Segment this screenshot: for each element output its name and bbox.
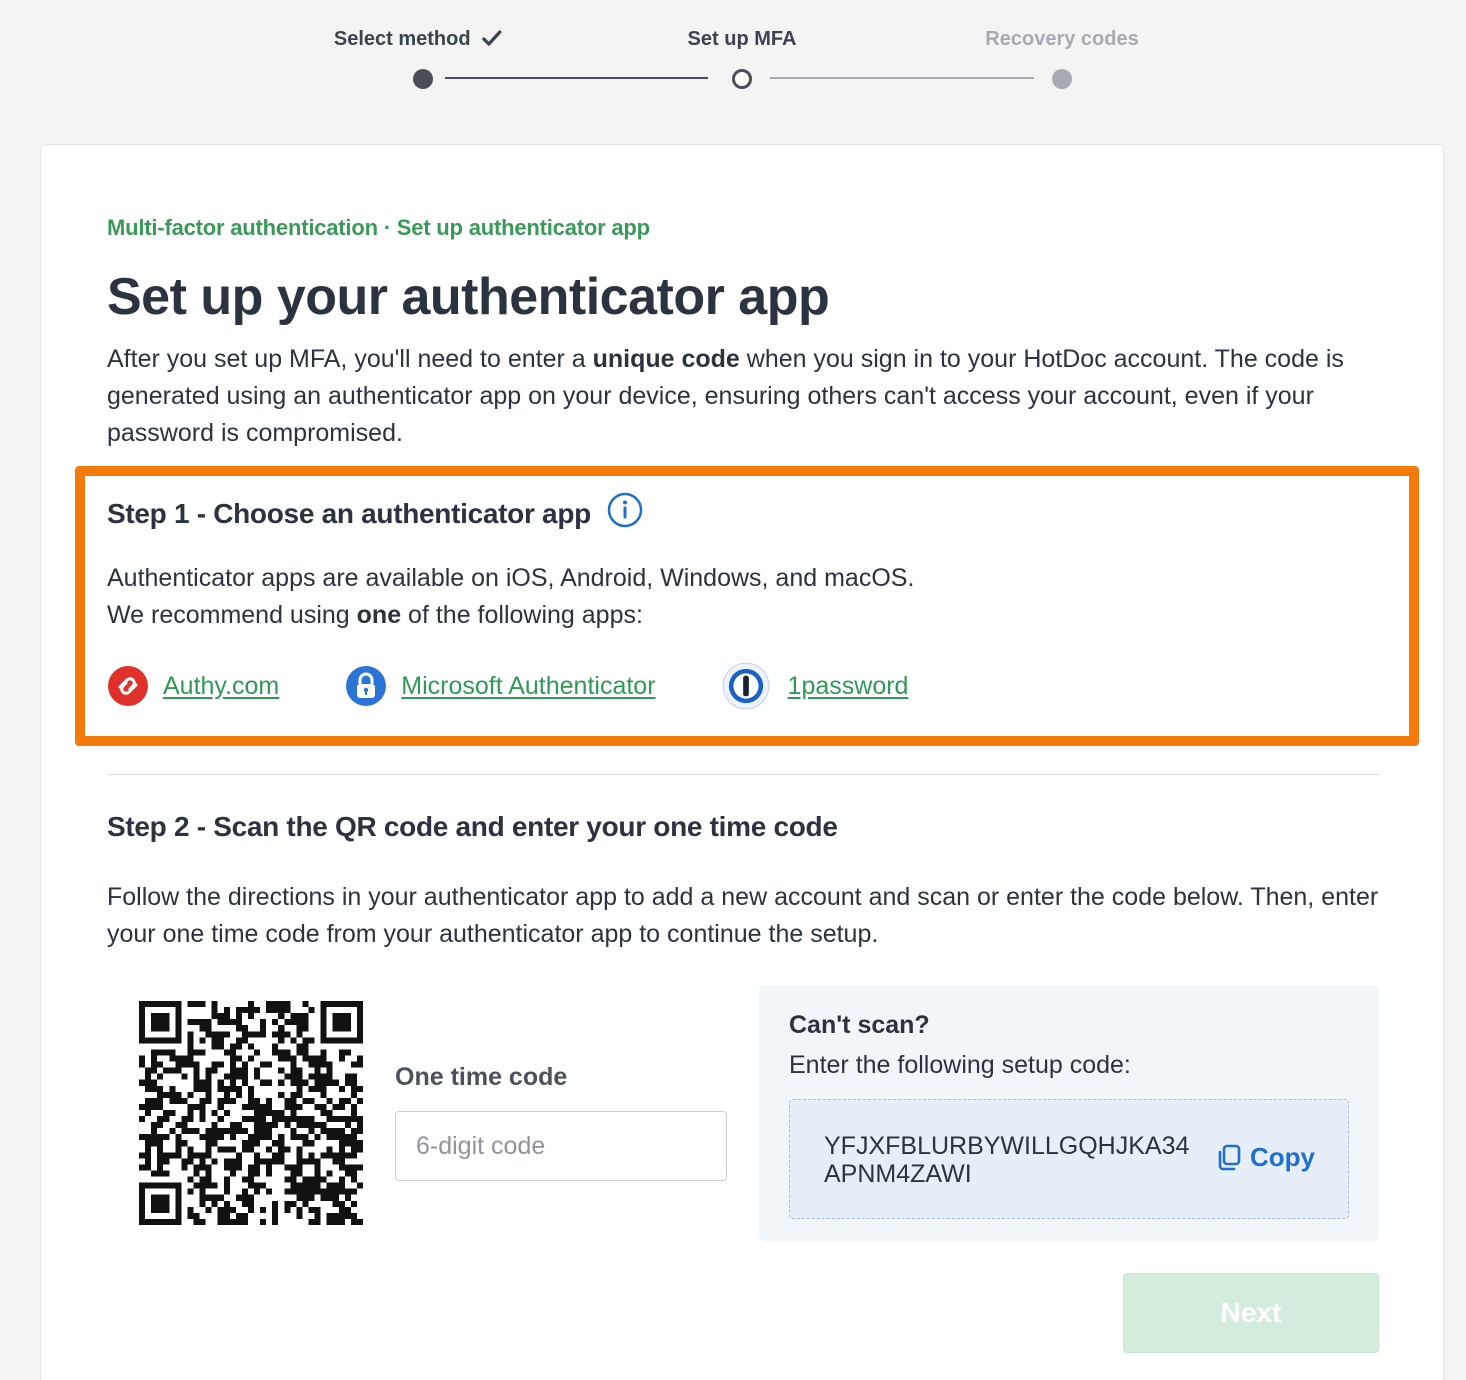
setup-card: Multi-factor authentication · Set up aut… <box>40 144 1444 1380</box>
page-title: Set up your authenticator app <box>107 268 830 326</box>
app-microsoft-authenticator: Microsoft Authenticator <box>345 665 656 707</box>
section-divider <box>107 774 1379 775</box>
checkmark-icon <box>482 30 502 46</box>
1password-link[interactable]: 1password <box>788 672 909 701</box>
qr-code <box>139 1001 363 1225</box>
step-connector-pending <box>770 77 1034 79</box>
step2-heading: Step 2 - Scan the QR code and enter your… <box>107 811 838 842</box>
step-select-method: Select method <box>334 28 502 51</box>
step-set-up-mfa: Set up MFA <box>687 28 797 50</box>
copy-label: Copy <box>1250 1142 1315 1172</box>
1password-icon <box>722 662 769 710</box>
step2-description: Follow the directions in your authentica… <box>107 883 1379 948</box>
authy-icon <box>108 666 148 706</box>
step1-description: Authenticator apps are available on iOS,… <box>107 564 915 629</box>
authenticator-app-list: Authy.com Microsoft Authenticator 1passw… <box>107 662 974 710</box>
progress-stepper: Select method Set up MFA Recovery codes <box>0 0 1466 110</box>
step-recovery-codes: Recovery codes <box>985 28 1139 50</box>
app-authy: Authy.com <box>107 665 279 707</box>
microsoft-authenticator-icon <box>346 666 387 706</box>
step1-section: Step 1 - Choose an authenticator app Aut… <box>75 466 1419 746</box>
app-1password: 1password <box>722 662 909 710</box>
one-time-code-input[interactable] <box>395 1111 727 1181</box>
cant-scan-panel: Can't scan? Enter the following setup co… <box>759 985 1379 1241</box>
copy-button[interactable]: Copy <box>1216 1142 1315 1173</box>
step-dot-current <box>732 69 752 89</box>
step-dot-completed <box>413 69 433 89</box>
next-button[interactable]: Next <box>1123 1273 1379 1353</box>
copy-icon <box>1218 1144 1241 1170</box>
cant-scan-title: Can't scan? <box>789 1011 930 1039</box>
cant-scan-subtitle: Enter the following setup code: <box>789 1051 1131 1079</box>
info-icon[interactable] <box>607 492 643 535</box>
step1-heading: Step 1 - Choose an authenticator app <box>107 492 643 535</box>
step-connector-complete <box>445 77 708 79</box>
authy-link[interactable]: Authy.com <box>163 672 279 701</box>
step-dot-upcoming <box>1052 69 1072 89</box>
setup-code-box: YFJXFBLURBYWILLGQHJKA34APNM4ZAWI Copy <box>789 1099 1349 1219</box>
intro-emphasis: unique code <box>592 345 740 373</box>
breadcrumb: Multi-factor authentication · Set up aut… <box>107 215 650 240</box>
setup-code: YFJXFBLURBYWILLGQHJKA34APNM4ZAWI <box>824 1132 1190 1188</box>
microsoft-authenticator-link[interactable]: Microsoft Authenticator <box>401 672 655 701</box>
intro-paragraph: After you set up MFA, you'll need to ent… <box>107 345 1344 447</box>
one-time-code-label: One time code <box>395 1063 568 1091</box>
